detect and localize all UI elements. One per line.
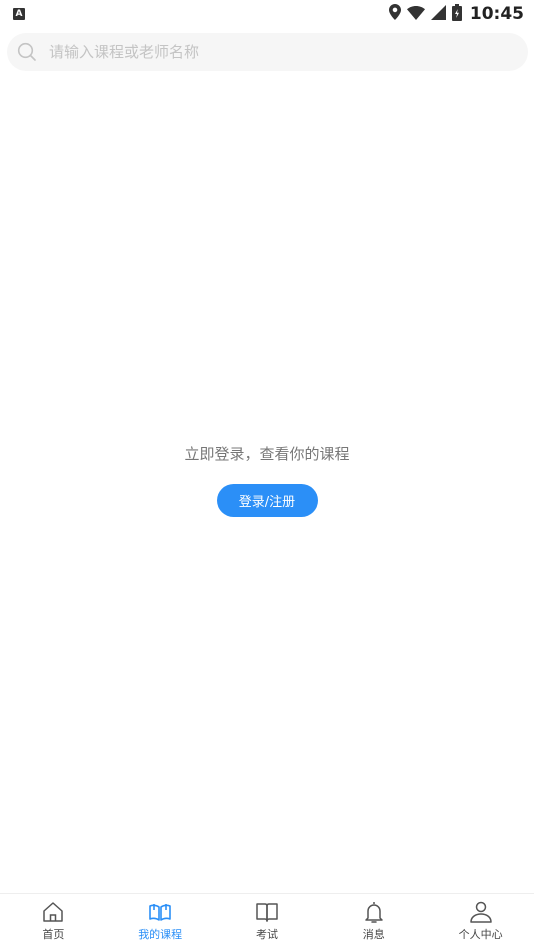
tab-profile-label: 个人中心: [458, 928, 503, 941]
search-input[interactable]: [49, 43, 489, 61]
login-register-button[interactable]: 登录/注册: [216, 484, 318, 517]
tab-messages[interactable]: 消息: [320, 894, 427, 950]
bottom-tab-bar: 首页 我的课程 考试 消息 个人中心: [0, 893, 534, 950]
battery-icon: [451, 3, 462, 25]
tab-home[interactable]: 首页: [0, 894, 107, 950]
location-icon: [388, 4, 401, 24]
login-prompt-text: 立即登录，查看你的课程: [184, 445, 350, 463]
notification-a-icon: A: [13, 8, 25, 20]
open-book-icon: [148, 900, 172, 924]
search-icon: [17, 42, 37, 62]
wifi-icon: [406, 5, 425, 24]
tab-my-courses-label: 我的课程: [138, 928, 183, 941]
home-icon: [41, 900, 65, 924]
person-icon: [469, 900, 493, 924]
bell-icon: [362, 900, 386, 924]
tab-exam[interactable]: 考试: [214, 894, 321, 950]
status-bar: A 10:45: [0, 0, 534, 28]
status-time: 10:45: [469, 4, 524, 24]
search-bar[interactable]: [7, 33, 528, 71]
book-icon: [255, 900, 279, 924]
tab-my-courses[interactable]: 我的课程: [107, 894, 214, 950]
empty-state: 立即登录，查看你的课程 登录/注册: [0, 443, 534, 517]
tab-profile[interactable]: 个人中心: [427, 894, 534, 950]
tab-home-label: 首页: [42, 928, 65, 941]
status-left: A: [13, 8, 25, 20]
tab-exam-label: 考试: [255, 928, 278, 941]
signal-icon: [430, 4, 446, 24]
status-right: 10:45: [388, 3, 524, 25]
tab-messages-label: 消息: [362, 928, 385, 941]
